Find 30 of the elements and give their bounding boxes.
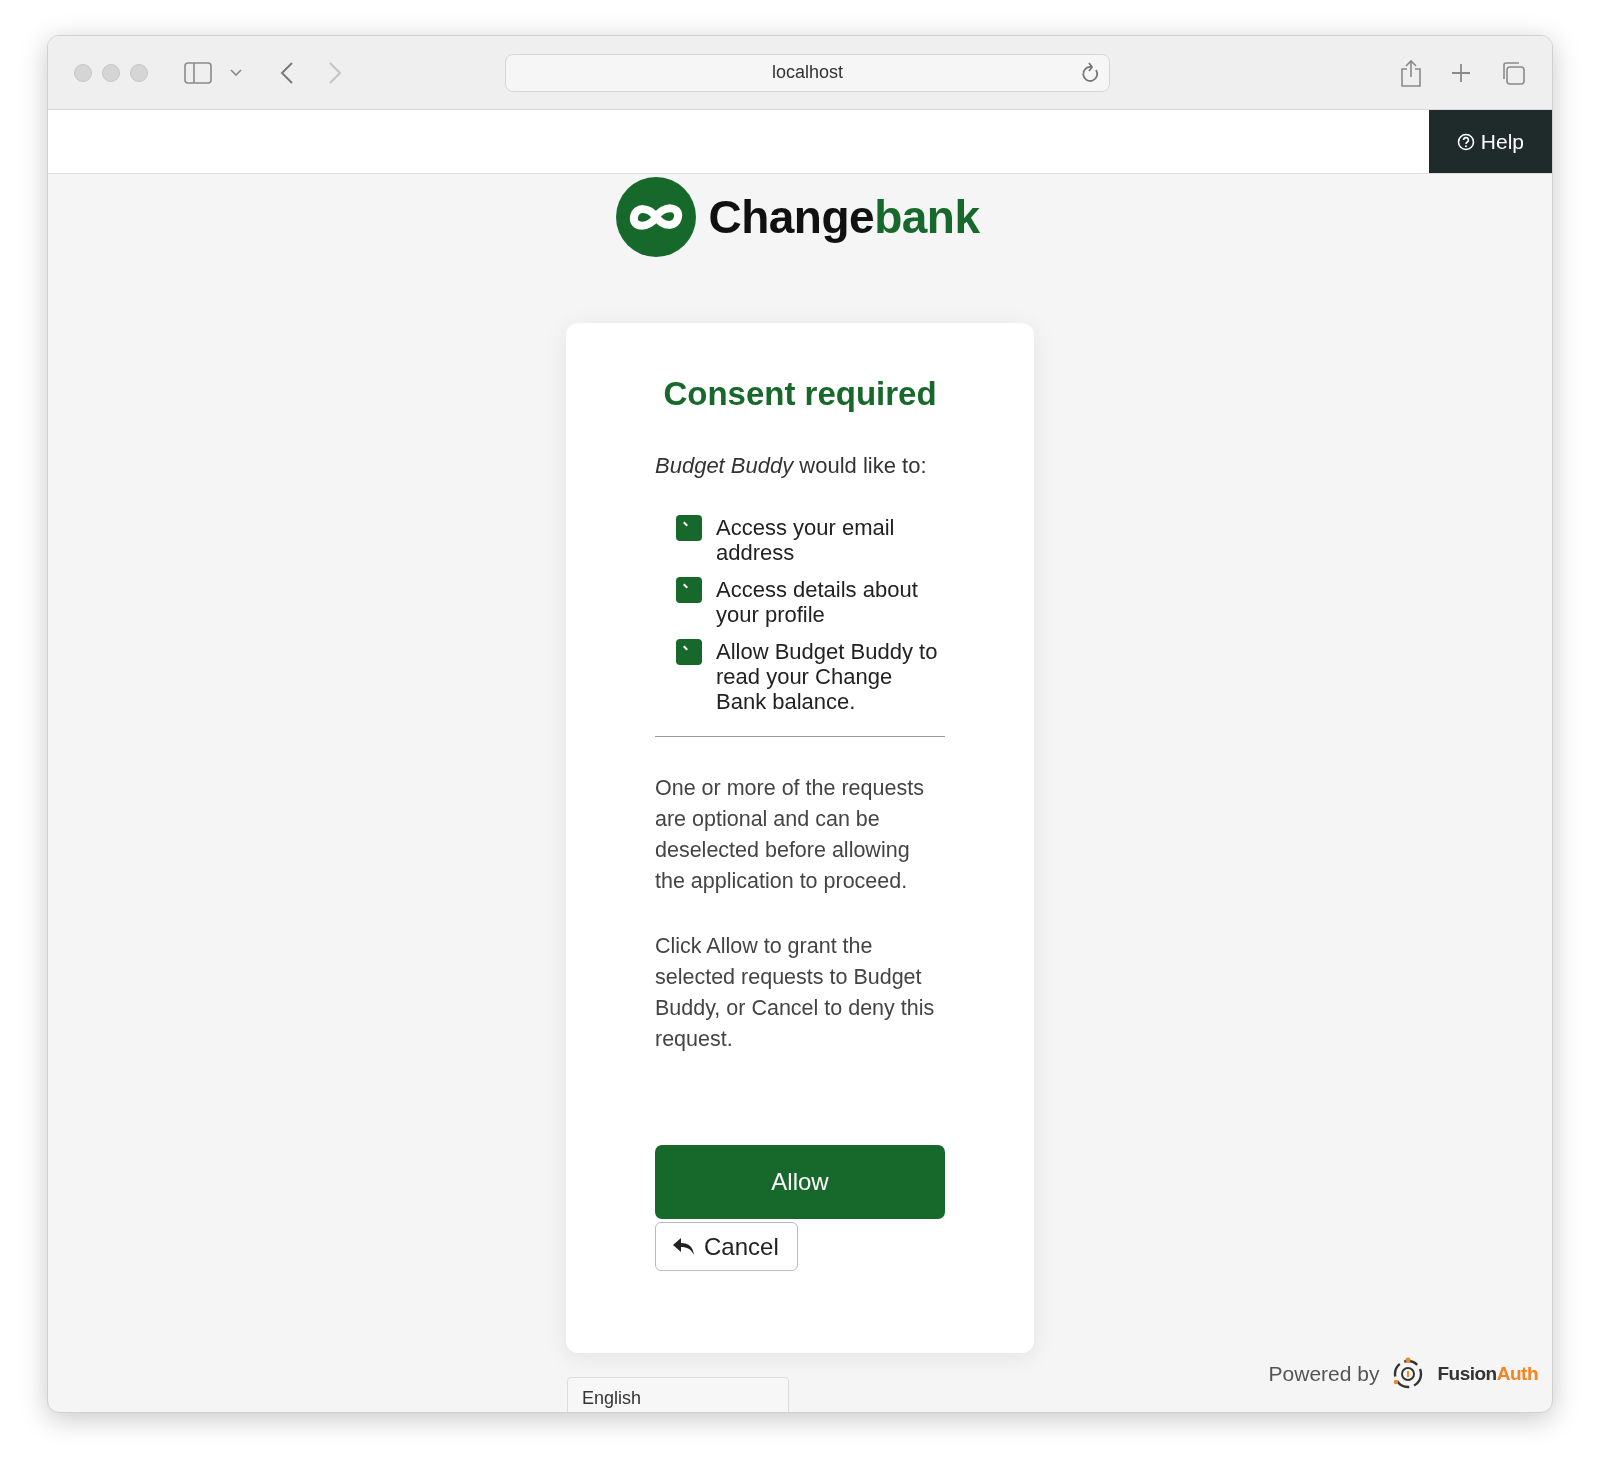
language-select[interactable]: English <box>567 1377 789 1412</box>
powered-by-text: Powered by <box>1268 1362 1380 1386</box>
allow-button[interactable]: Allow <box>655 1145 945 1219</box>
chevron-down-icon[interactable] <box>230 68 242 77</box>
brand-text: FusionAuth <box>1437 1363 1538 1385</box>
cancel-button[interactable]: Cancel <box>655 1222 798 1271</box>
scope-label: Allow Budget Buddy to read your Change Bank balance. <box>716 639 939 714</box>
tabs-icon[interactable] <box>1500 59 1526 86</box>
forward-icon[interactable] <box>328 61 342 84</box>
share-icon[interactable] <box>1400 58 1422 87</box>
address-bar[interactable]: localhost <box>505 53 1110 92</box>
intro-text: Budget Buddy would like to: <box>655 453 927 479</box>
logo-icon <box>616 177 697 257</box>
checkbox[interactable] <box>676 639 702 665</box>
help-icon <box>1456 132 1475 151</box>
info-text: Click Allow to grant the selected requests to Budget Buddy, or Cancel to deny this request. <box>655 933 936 1053</box>
checkbox[interactable] <box>676 577 702 603</box>
checkbox[interactable] <box>676 515 702 541</box>
plus-icon[interactable] <box>1450 61 1472 84</box>
scope-label: Access your email address <box>716 515 896 565</box>
info-text: One or more of the requests are optional and can be deselected before allowing the application to proceed. <box>655 775 925 895</box>
logo-text: Change <box>708 190 875 244</box>
reload-icon[interactable] <box>1081 61 1101 84</box>
back-icon[interactable] <box>280 61 294 84</box>
help-button[interactable]: Help <box>1428 110 1552 173</box>
card-title: Consent required <box>662 375 938 413</box>
undo-icon <box>672 1236 696 1257</box>
scope-label: Access details about your profile <box>716 577 919 627</box>
logo-text: bank <box>874 190 980 244</box>
sidebar-icon[interactable] <box>184 61 212 84</box>
